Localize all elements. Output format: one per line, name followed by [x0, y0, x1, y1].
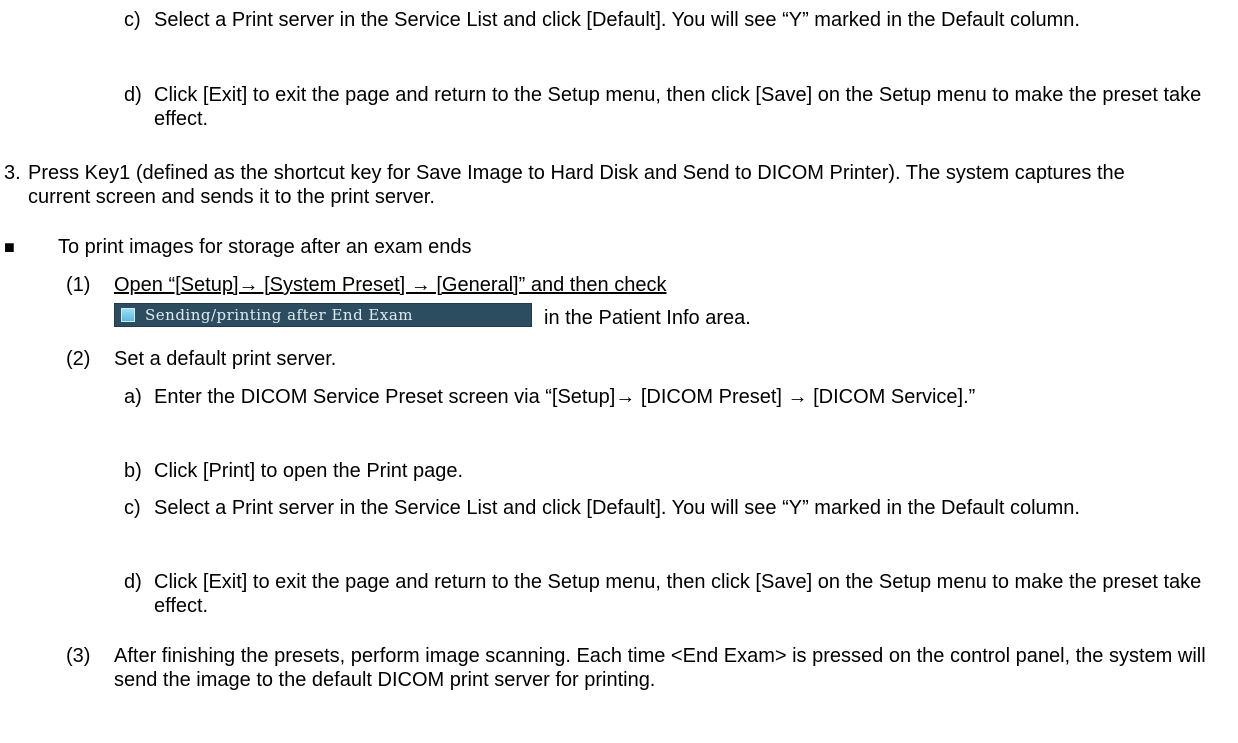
section-bullet-print-after-exam: ■ To print images for storage after an e…	[4, 235, 1158, 259]
list-item-text: Select a Print server in the Service Lis…	[154, 497, 1080, 519]
list-item-step-1: (1) Open “[Setup]→ [System Preset] → [Ge…	[66, 273, 1219, 330]
list-marker: (2)	[66, 348, 91, 370]
checkbox-label: Sending/printing after End Exam	[145, 306, 414, 324]
list-marker: (1)	[66, 274, 91, 296]
list-item-text: Click [Exit] to exit the page and return…	[154, 84, 1202, 130]
list-item-step-2: (2) Set a default print server.	[66, 347, 1219, 371]
list-item-text-block: Open “[Setup]→ [System Preset] → [Genera…	[114, 273, 1219, 330]
checkbox-line: Sending/printing after End Exam in the P…	[114, 300, 1219, 330]
list-marker: b)	[124, 460, 142, 482]
checkbox-icon	[121, 308, 135, 322]
list-item-b: b) Click [Print] to open the Print page.	[124, 459, 1224, 483]
list-item-text: Click [Print] to open the Print page.	[154, 460, 464, 482]
list-item-text: Set a default print server.	[114, 348, 337, 370]
list-item-d-first: d) Click [Exit] to exit the page and ret…	[124, 83, 1224, 131]
list-item-text: Enter the DICOM Service Preset screen vi…	[154, 386, 976, 408]
list-marker: c)	[124, 497, 141, 519]
list-item-d-second: d) Click [Exit] to exit the page and ret…	[124, 570, 1224, 618]
list-marker: (3)	[66, 645, 91, 667]
list-item-text: After finishing the presets, perform ima…	[114, 645, 1206, 691]
list-item-c-first: c) Select a Print server in the Service …	[124, 8, 1224, 32]
list-item-a: a) Enter the DICOM Service Preset screen…	[124, 385, 1224, 409]
checkbox-screenshot: Sending/printing after End Exam	[114, 303, 532, 327]
list-item-text: Press Key1 (defined as the shortcut key …	[28, 162, 1125, 208]
list-item-c-second: c) Select a Print server in the Service …	[124, 496, 1224, 520]
list-item-step-3b: (3) After finishing the presets, perform…	[66, 644, 1219, 692]
list-item-text-after: in the Patient Info area.	[544, 307, 751, 329]
list-marker: a)	[124, 386, 142, 408]
section-heading: To print images for storage after an exa…	[58, 236, 472, 258]
list-item-text: Select a Print server in the Service Lis…	[154, 9, 1080, 31]
list-marker: d)	[124, 84, 142, 106]
list-item-text: Click [Exit] to exit the page and return…	[154, 571, 1202, 617]
list-marker: c)	[124, 9, 141, 31]
bullet-square-icon: ■	[4, 237, 15, 257]
list-item-text: Open “[Setup]→ [System Preset] → [Genera…	[114, 274, 667, 296]
list-marker: 3.	[4, 162, 21, 184]
list-item-step-3: 3. Press Key1 (defined as the shortcut k…	[4, 161, 1178, 209]
list-marker: d)	[124, 571, 142, 593]
